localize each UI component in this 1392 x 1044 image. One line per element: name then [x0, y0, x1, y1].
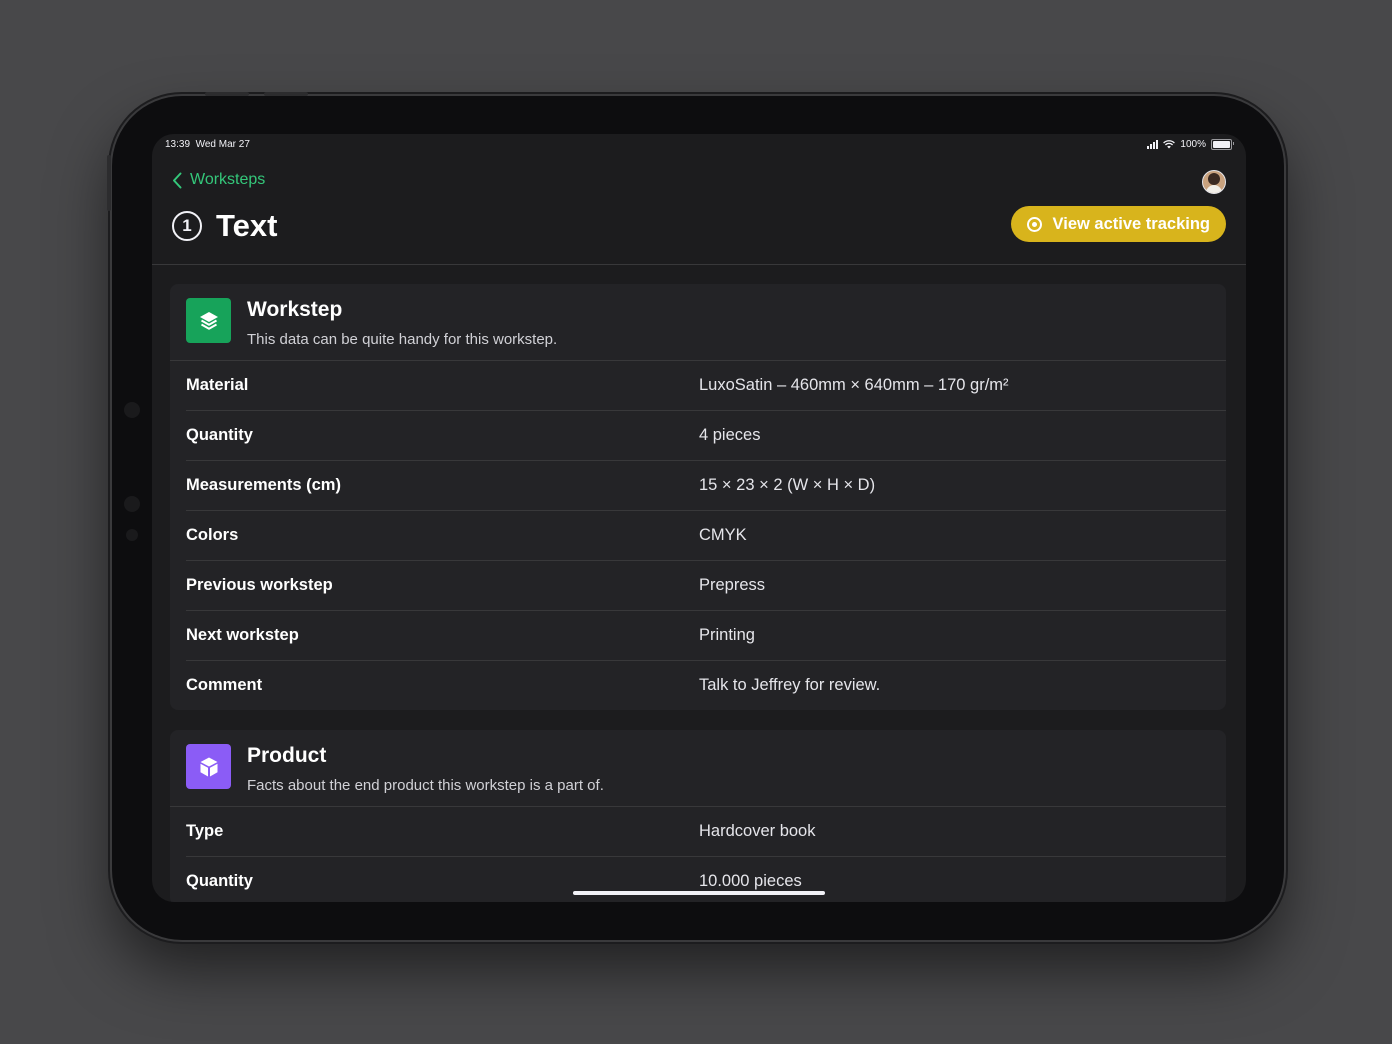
- camera: [124, 402, 140, 418]
- row-value: Printing: [699, 626, 755, 644]
- top-button: [205, 92, 249, 96]
- row-value: 10.000 pieces: [699, 872, 802, 890]
- row-label: Quantity: [186, 426, 253, 444]
- workstep-card: Workstep This data can be quite handy fo…: [170, 284, 1226, 710]
- product-card-subtitle: Facts about the end product this workste…: [247, 777, 604, 794]
- workstep-row-previous: Previous workstep Prepress: [186, 561, 1226, 611]
- row-value: LuxoSatin – 460mm × 640mm – 170 gr/m²: [699, 376, 1009, 394]
- row-value: Prepress: [699, 576, 766, 594]
- row-value: Talk to Jeffrey for review.: [699, 676, 881, 694]
- row-label: Quantity: [186, 872, 253, 890]
- page-title-row: 1 Text: [172, 208, 277, 244]
- avatar[interactable]: [1202, 170, 1226, 194]
- navigation-header: Worksteps 1 Text View active tracking: [152, 156, 1246, 265]
- product-card: Product Facts about the end product this…: [170, 730, 1226, 902]
- row-value: Hardcover book: [699, 822, 816, 840]
- product-row-quantity: Quantity 10.000 pieces: [186, 857, 1226, 902]
- row-label: Next workstep: [186, 626, 299, 644]
- row-value: CMYK: [699, 526, 747, 544]
- page-title: Text: [216, 208, 278, 243]
- top-button-2: [264, 92, 308, 96]
- row-label: Previous workstep: [186, 576, 333, 594]
- workstep-card-subtitle: This data can be quite handy for this wo…: [247, 331, 558, 348]
- workstep-card-header: Workstep This data can be quite handy fo…: [170, 284, 1226, 361]
- sensor-2: [126, 529, 138, 541]
- product-card-header: Product Facts about the end product this…: [170, 730, 1226, 807]
- workstep-row-measurements: Measurements (cm) 15 × 23 × 2 (W × H × D): [186, 461, 1226, 511]
- workstep-card-title: Workstep: [247, 298, 343, 321]
- chevron-left-icon: [173, 172, 182, 188]
- track-button-label: View active tracking: [1052, 214, 1210, 233]
- status-time: 13:39: [165, 139, 191, 150]
- workstep-row-quantity: Quantity 4 pieces: [186, 411, 1226, 461]
- row-label: Comment: [186, 676, 263, 694]
- wifi-icon: [1163, 140, 1176, 149]
- row-value: 15 × 23 × 2 (W × H × D): [699, 476, 876, 494]
- screen: 13:39 Wed Mar 27 100% Worksteps 1 Text V…: [152, 134, 1246, 902]
- home-indicator[interactable]: [573, 891, 825, 895]
- view-active-tracking-button[interactable]: View active tracking: [1010, 206, 1226, 242]
- status-bar: 13:39 Wed Mar 27 100%: [152, 134, 1246, 156]
- content-scroll[interactable]: Workstep This data can be quite handy fo…: [170, 284, 1226, 902]
- back-button[interactable]: Worksteps: [172, 171, 265, 189]
- battery-icon: [1211, 139, 1234, 150]
- row-label: Type: [186, 822, 224, 840]
- row-label: Measurements (cm): [186, 476, 341, 494]
- workstep-row-material: Material LuxoSatin – 460mm × 640mm – 170 …: [186, 361, 1226, 411]
- side-button: [107, 155, 111, 211]
- battery-percent: 100%: [1180, 139, 1206, 150]
- back-label: Worksteps: [190, 171, 266, 188]
- status-date: Wed Mar 27: [195, 139, 250, 150]
- workstep-row-colors: Colors CMYK: [186, 511, 1226, 561]
- layers-icon: [186, 298, 231, 343]
- row-label: Colors: [186, 526, 239, 544]
- status-time-date: 13:39 Wed Mar 27: [165, 139, 250, 150]
- workstep-row-next: Next workstep Printing: [186, 611, 1226, 661]
- product-card-title: Product: [247, 744, 327, 767]
- signal-icon: [1147, 140, 1159, 149]
- status-indicators: 100%: [1147, 139, 1234, 150]
- product-row-type: Type Hardcover book: [186, 807, 1226, 857]
- row-label: Material: [186, 376, 249, 394]
- step-number-badge: 1: [172, 211, 202, 241]
- workstep-row-comment: Comment Talk to Jeffrey for review.: [186, 661, 1226, 710]
- target-icon: [1026, 216, 1042, 232]
- sensor: [124, 496, 140, 512]
- cube-icon: [186, 744, 231, 789]
- row-value: 4 pieces: [699, 426, 761, 444]
